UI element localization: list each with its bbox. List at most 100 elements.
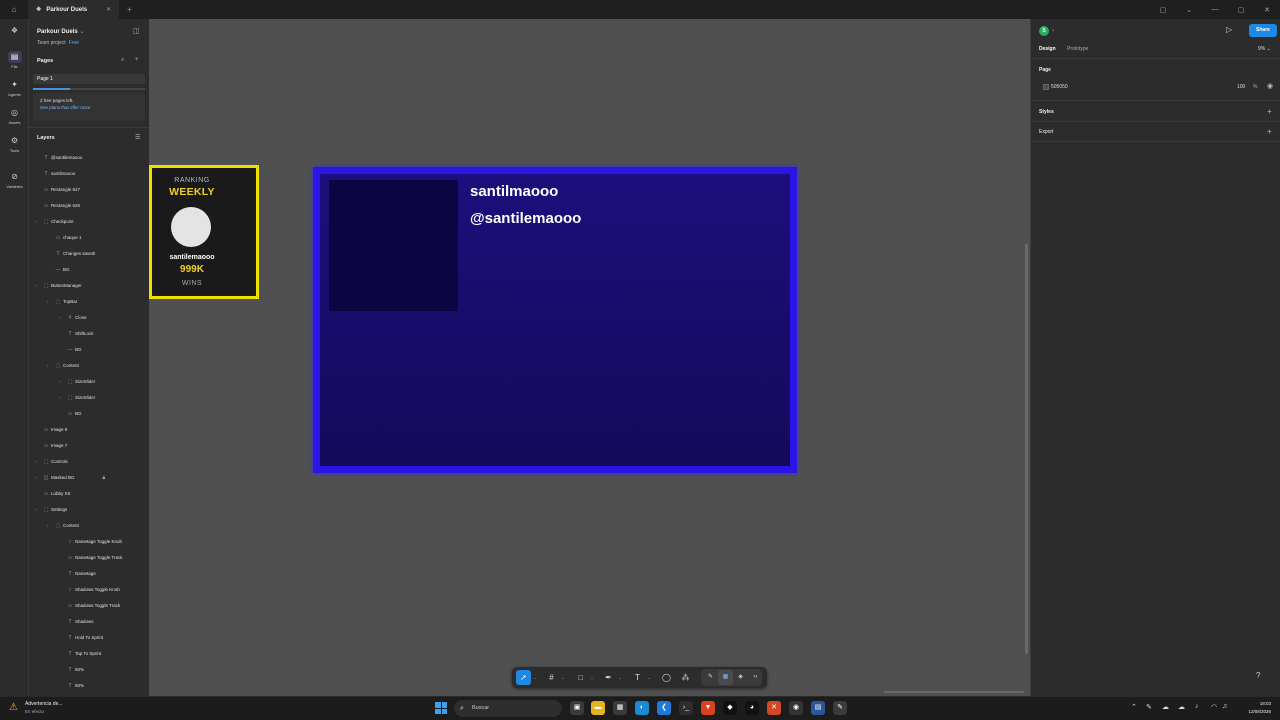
layer-row[interactable]: › ⬚ ButtonManager bbox=[35, 281, 82, 291]
layer-row[interactable]: ▭ chaque 1 bbox=[47, 233, 82, 243]
task-view-icon[interactable]: ▣ bbox=[570, 701, 584, 715]
zoom-level[interactable]: 9% ⌄ bbox=[1258, 46, 1271, 52]
actions-tool-icon[interactable]: ⁂ bbox=[678, 670, 693, 685]
prototype-mode-icon[interactable]: ◈ bbox=[733, 670, 748, 685]
home-icon[interactable]: ⌂ bbox=[0, 5, 28, 14]
terminal-icon[interactable]: ›_ bbox=[679, 701, 693, 715]
window-close-icon[interactable]: ✕ bbox=[1254, 6, 1280, 14]
frame-tool-icon[interactable]: # bbox=[544, 670, 559, 685]
clock-date[interactable]: 12/08/2026 bbox=[1236, 709, 1271, 714]
editor-icon[interactable]: ✎ bbox=[833, 701, 847, 715]
calculator-icon[interactable]: ▦ bbox=[613, 701, 627, 715]
layer-row[interactable]: › ⬚ Content bbox=[47, 521, 79, 531]
layer-row[interactable]: T 50% bbox=[59, 681, 84, 691]
layer-row[interactable]: ▭ BG bbox=[59, 409, 82, 419]
warning-icon[interactable]: ⚠ bbox=[9, 702, 18, 713]
collapse-panel-icon[interactable]: ◫ bbox=[133, 27, 140, 35]
layer-row[interactable]: T Nametage bbox=[59, 569, 95, 579]
project-title[interactable]: Parkour Duels ⌄ bbox=[37, 28, 84, 35]
layer-row[interactable]: › ⬚ Controls bbox=[35, 457, 68, 467]
rectangle-tool-icon[interactable]: □ bbox=[573, 670, 588, 685]
layer-row[interactable]: ▭ Rectangle 627 bbox=[35, 185, 80, 195]
warning-title[interactable]: Advertencia de... bbox=[25, 701, 63, 707]
layer-row[interactable]: › ⬚ Content bbox=[47, 361, 79, 371]
layers-options-icon[interactable]: ☰ bbox=[135, 134, 140, 141]
rail-item-file[interactable]: ▤ File bbox=[0, 51, 29, 69]
plus-icon[interactable]: + bbox=[127, 5, 132, 14]
share-button[interactable]: Share bbox=[1249, 24, 1277, 37]
see-plans-link[interactable]: See plans that offer more bbox=[40, 104, 138, 111]
rail-item-tools[interactable]: ⚙ Tools bbox=[0, 135, 29, 153]
page-color-swatch[interactable] bbox=[1043, 84, 1049, 90]
page-color-hex[interactable]: 505050 bbox=[1051, 84, 1068, 90]
layer-row[interactable]: › ⬚ SizeSlider bbox=[59, 393, 95, 403]
chevron-down-icon[interactable]: ⌄ bbox=[646, 670, 652, 685]
layer-row[interactable]: T Tap To Sprint bbox=[59, 649, 101, 659]
file-explorer-icon[interactable]: ▬ bbox=[591, 701, 605, 715]
speaker-icon[interactable]: ♫ bbox=[1222, 703, 1227, 710]
brave-icon[interactable]: ▼ bbox=[701, 701, 715, 715]
close-icon[interactable]: ✕ bbox=[106, 6, 111, 13]
search-input[interactable]: ⌕ Buscar bbox=[454, 700, 562, 717]
layer-row[interactable]: — BG bbox=[59, 345, 82, 355]
rail-item-agente[interactable]: ✦ Agente bbox=[0, 79, 29, 97]
tab-prototype[interactable]: Prototype bbox=[1067, 46, 1088, 52]
clock-time[interactable]: 18:03 bbox=[1241, 701, 1271, 706]
chevron-down-icon[interactable]: ⌄ bbox=[560, 670, 566, 685]
page-opacity[interactable]: 100 bbox=[1237, 84, 1245, 90]
chevron-down-icon[interactable]: ⌄ bbox=[1176, 6, 1202, 14]
chrome-icon[interactable]: ◉ bbox=[789, 701, 803, 715]
dev-mode-icon[interactable]: ‹› bbox=[748, 670, 763, 685]
layer-row[interactable]: ▭ Lobby SS bbox=[35, 489, 71, 499]
sidebar-toggle-icon[interactable]: ▢ bbox=[1150, 6, 1176, 14]
layer-row[interactable]: › ⬚ Settings bbox=[35, 505, 67, 515]
add-export-icon[interactable]: + bbox=[1267, 127, 1272, 136]
add-page-icon[interactable]: + bbox=[135, 57, 139, 63]
layer-row[interactable]: › ◫ Masked BG 🔒︎ bbox=[35, 473, 105, 483]
move-tool-icon[interactable]: ➚ bbox=[516, 670, 531, 685]
layer-row[interactable]: T Changes saved! bbox=[47, 249, 95, 259]
word-icon[interactable]: ▤ bbox=[811, 701, 825, 715]
start-icon[interactable] bbox=[435, 702, 447, 714]
layer-row[interactable]: › ⬚ TopBar bbox=[47, 297, 77, 307]
add-style-icon[interactable]: + bbox=[1267, 107, 1272, 116]
layer-row[interactable]: Tsantilmaooo bbox=[35, 169, 75, 179]
onedrive-icon[interactable]: ☁ bbox=[1178, 703, 1185, 711]
lock-icon[interactable]: 🔒︎ bbox=[103, 475, 106, 481]
layer-row[interactable]: › ⬚ Checkpoint bbox=[35, 217, 74, 227]
layer-row[interactable]: ○ Shadows Toggle Knob bbox=[59, 585, 119, 595]
tray-app-icon[interactable]: ✎ bbox=[1146, 703, 1152, 711]
chevron-down-icon[interactable]: ⌄ bbox=[532, 670, 538, 685]
help-icon[interactable]: ? bbox=[1256, 671, 1260, 680]
rail-item-assets[interactable]: ◎ Assets bbox=[0, 107, 29, 125]
layer-row[interactable]: ▭ Image 8 bbox=[35, 425, 68, 435]
tab-design[interactable]: Design bbox=[1039, 46, 1056, 52]
figma-icon[interactable]: ◕ bbox=[745, 701, 759, 715]
layer-row[interactable]: › ⬚ SizeSlider bbox=[59, 377, 95, 387]
layer-row[interactable]: — BG bbox=[47, 265, 70, 275]
profile-card-frame[interactable]: santilmaooo @santilemaooo bbox=[313, 167, 797, 473]
design-mode-icon[interactable]: ▦ bbox=[718, 670, 733, 685]
file-tab[interactable]: ❖ Parkour Duels ✕ bbox=[28, 0, 120, 19]
chevron-down-icon[interactable]: ⌄ bbox=[589, 670, 595, 685]
wifi-icon[interactable]: ◠ bbox=[1211, 703, 1217, 711]
vscode-icon[interactable]: ❮ bbox=[657, 701, 671, 715]
vertical-scrollbar[interactable] bbox=[1025, 244, 1028, 654]
layer-row[interactable]: ▭ Shadows Toggle Track bbox=[59, 601, 121, 611]
page-item[interactable]: Page 1 bbox=[33, 74, 145, 84]
layer-row[interactable]: ○ Nametage Toggle Knob bbox=[59, 537, 121, 547]
horizontal-scrollbar[interactable] bbox=[884, 691, 1024, 693]
ranking-frame[interactable]: RANKING WEEKLY santilemaooo 999K WINS bbox=[149, 165, 259, 299]
layer-row[interactable]: T ShiftLock bbox=[59, 329, 93, 339]
canvas[interactable]: RANKING WEEKLY santilemaooo 999K WINS sa… bbox=[149, 19, 1030, 696]
visibility-eye-icon[interactable]: ◉ bbox=[1267, 82, 1273, 90]
draw-mode-icon[interactable]: ✎ bbox=[703, 670, 718, 685]
pen-tool-icon[interactable]: ✒ bbox=[601, 670, 616, 685]
text-tool-icon[interactable]: T bbox=[630, 670, 645, 685]
user-avatar[interactable]: S bbox=[1039, 26, 1049, 36]
search-icon[interactable]: ⌕ bbox=[121, 57, 124, 64]
layer-row[interactable]: T Hold To Sprint bbox=[59, 633, 103, 643]
edge-icon[interactable]: ◐ bbox=[635, 701, 649, 715]
roblox-studio-icon[interactable]: ✕ bbox=[767, 701, 781, 715]
roblox-icon[interactable]: ◆ bbox=[723, 701, 737, 715]
